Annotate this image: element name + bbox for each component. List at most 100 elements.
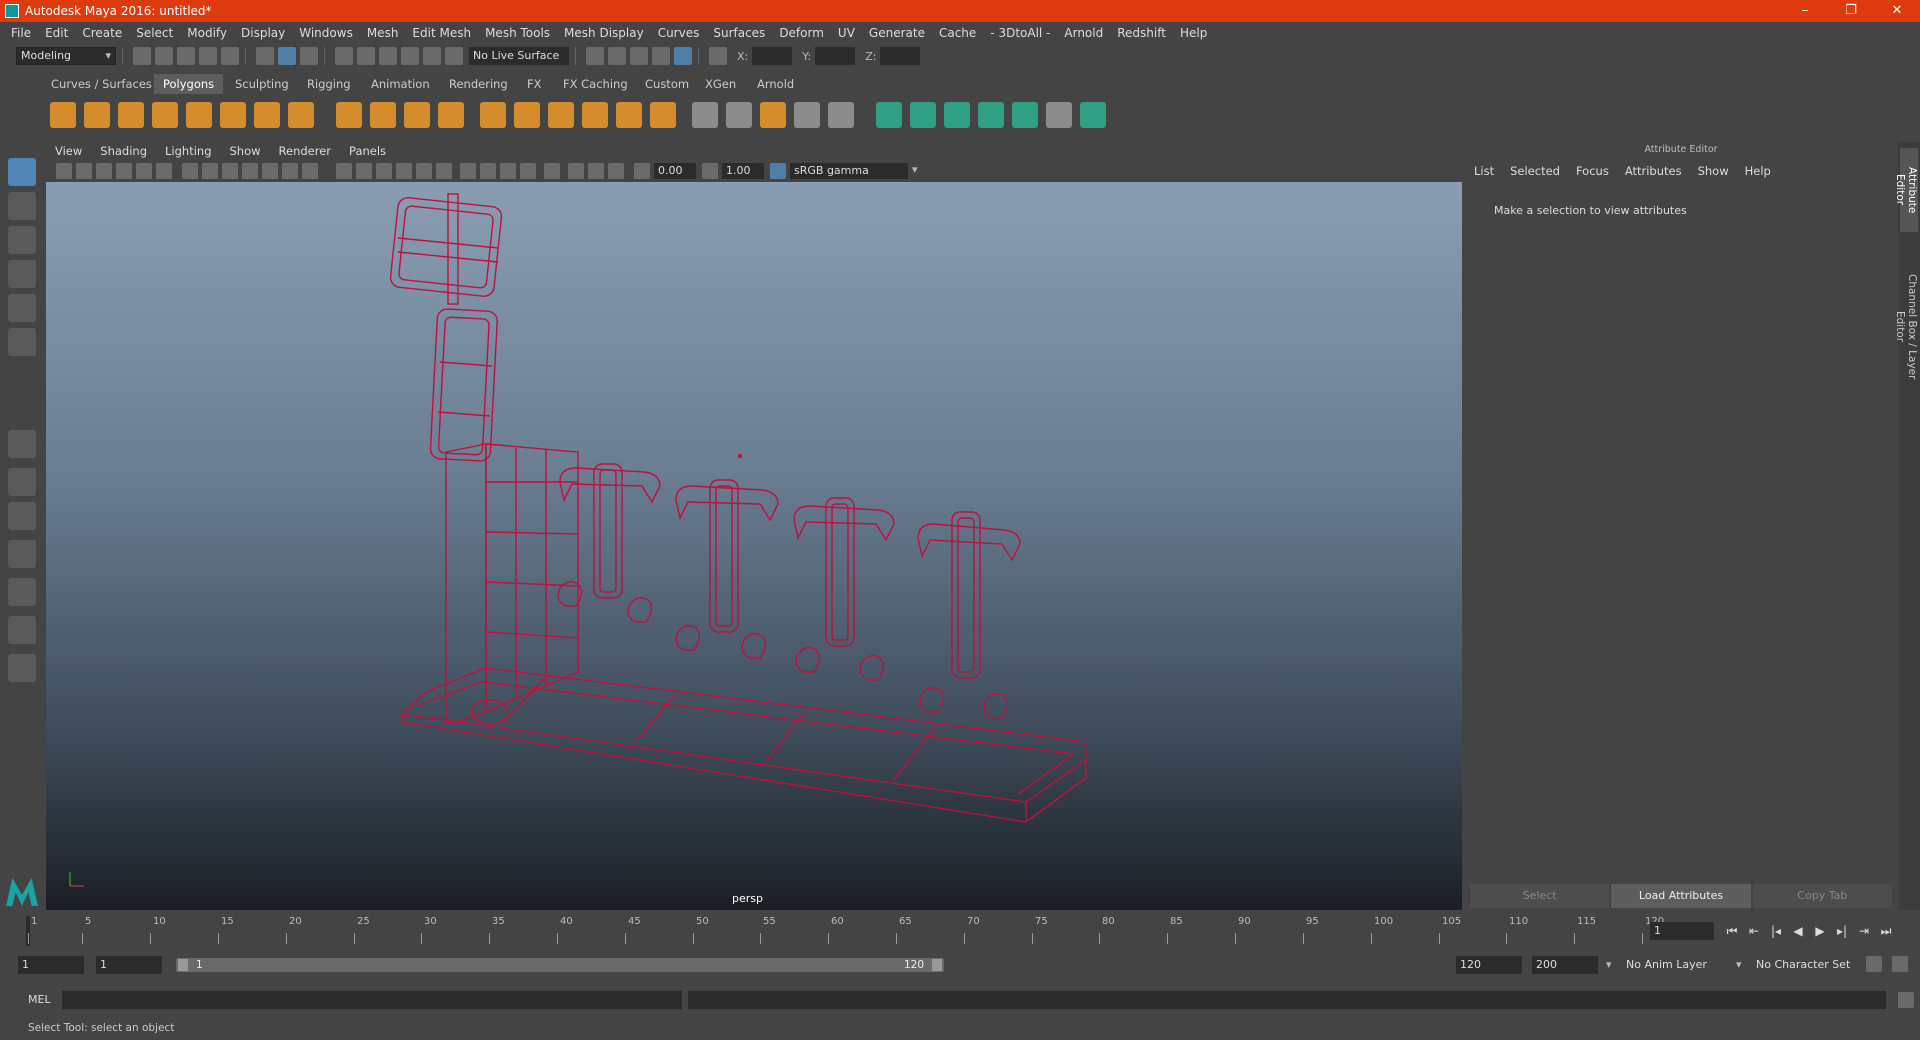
snap-point-icon[interactable] [379,47,397,65]
maximize-button[interactable]: ❐ [1828,0,1874,22]
bookmark-icon[interactable] [96,163,112,179]
multi-cut-icon[interactable] [548,102,574,128]
y-field[interactable] [815,47,856,65]
panel-menu-view[interactable]: View [46,144,91,158]
single-perspective-layout-icon[interactable] [8,430,36,458]
panel-menu-lighting[interactable]: Lighting [156,144,220,158]
snap-curve-icon[interactable] [357,47,375,65]
go-to-start-icon[interactable]: ⏮ [1724,923,1740,939]
four-view-layout-icon[interactable] [8,468,36,496]
poly-pyramid-icon[interactable] [254,102,280,128]
load-attributes-button[interactable]: Load Attributes [1611,884,1751,908]
select-object-icon[interactable] [278,47,296,65]
attribute-editor-tab[interactable]: Attribute Editor [1894,148,1918,232]
tab-curves-surfaces[interactable]: Curves / Surfaces [42,74,161,94]
snap-view-icon[interactable] [401,47,419,65]
menu-cache[interactable]: Cache [932,26,983,40]
poly-pipe-icon[interactable] [288,102,314,128]
command-input[interactable] [62,991,682,1009]
attr-menu-show[interactable]: Show [1690,164,1737,178]
extrude-icon[interactable] [582,102,608,128]
uv-editor-icon[interactable] [1080,102,1106,128]
attr-menu-list[interactable]: List [1466,164,1502,178]
camera-select-icon[interactable] [56,163,72,179]
xray-icon[interactable] [568,163,584,179]
backface-culling-icon[interactable] [608,163,624,179]
tab-fx[interactable]: FX [518,74,551,94]
textured-icon[interactable] [396,163,412,179]
menu-mesh-display[interactable]: Mesh Display [557,26,651,40]
attr-menu-focus[interactable]: Focus [1568,164,1617,178]
unfold-uv-icon[interactable] [1012,102,1038,128]
menu-file[interactable]: File [4,26,38,40]
combine-icon[interactable] [336,102,362,128]
snap-surface-icon[interactable] [423,47,441,65]
hypershade-layout-icon[interactable] [8,616,36,644]
tab-rendering[interactable]: Rendering [440,74,517,94]
command-language-label[interactable]: MEL [28,992,51,1008]
mirror-icon[interactable] [404,102,430,128]
anim-layer-select[interactable]: No Anim Layer [1622,956,1730,974]
smooth-shade-icon[interactable] [356,163,372,179]
go-to-end-icon[interactable]: ⏭ [1878,923,1894,939]
chevron-down-icon[interactable]: ▾ [1606,956,1612,974]
step-forward-frame-icon[interactable]: ▸| [1834,923,1850,939]
auto-key-icon[interactable] [1866,956,1882,972]
tab-sculpting[interactable]: Sculpting [226,74,298,94]
camera-attributes-icon[interactable] [76,163,92,179]
offset-edge-loop-icon[interactable] [726,102,752,128]
poly-sphere-icon[interactable] [50,102,76,128]
range-end-handle[interactable] [932,959,942,971]
tab-fx-caching[interactable]: FX Caching [554,74,637,94]
menu-modify[interactable]: Modify [180,26,234,40]
render-view-icon[interactable] [652,47,670,65]
current-frame-field[interactable]: 1 [1650,922,1714,940]
paint-select-tool-icon[interactable] [8,226,36,254]
append-polygon-icon[interactable] [828,102,854,128]
perspective-viewport[interactable]: persp [46,182,1462,910]
safe-title-icon[interactable] [302,163,318,179]
reduce-icon[interactable] [480,102,506,128]
menu-create[interactable]: Create [75,26,129,40]
poly-torus-icon[interactable] [220,102,246,128]
menu-mesh-tools[interactable]: Mesh Tools [478,26,557,40]
playback-start-field[interactable]: 1 [96,956,162,974]
spherical-uv-icon[interactable] [944,102,970,128]
step-forward-key-icon[interactable]: ⇥ [1856,923,1872,939]
rotate-tool-icon[interactable] [8,294,36,322]
wireframe-on-shaded-icon[interactable] [376,163,392,179]
range-slider[interactable]: 1 120 [176,958,944,972]
anti-aliasing-icon[interactable] [500,163,516,179]
shadows-icon[interactable] [436,163,452,179]
close-button[interactable]: ✕ [1874,0,1920,22]
tab-polygons[interactable]: Polygons [154,74,224,94]
magnet-icon[interactable] [445,47,463,65]
insert-edge-loop-icon[interactable] [692,102,718,128]
z-field[interactable] [880,47,921,65]
input-mode-icon[interactable] [709,47,727,65]
menu-mesh[interactable]: Mesh [360,26,406,40]
collapse-toolbox-icon[interactable] [8,654,36,682]
poly-cylinder-icon[interactable] [118,102,144,128]
persp-graph-layout-icon[interactable] [8,540,36,568]
view-transform-select[interactable]: sRGB gamma [790,163,908,179]
gate-mask-icon[interactable] [242,163,258,179]
panel-menu-shading[interactable]: Shading [91,144,156,158]
menu-redshift[interactable]: Redshift [1110,26,1173,40]
tab-rigging[interactable]: Rigging [298,74,360,94]
animation-start-field[interactable]: 1 [18,956,84,974]
channel-box-tab[interactable]: Channel Box / Layer Editor [1894,252,1918,402]
copy-tab-button[interactable]: Copy Tab [1752,884,1892,908]
uv-checker-icon[interactable] [1046,102,1072,128]
script-editor-icon[interactable] [1898,992,1914,1008]
film-gate-icon[interactable] [202,163,218,179]
select-button[interactable]: Select [1470,884,1610,908]
merge-icon[interactable] [760,102,786,128]
undo-icon[interactable] [199,47,217,65]
live-surface-field[interactable]: No Live Surface [469,47,569,65]
lasso-tool-icon[interactable] [8,192,36,220]
ipr-render-icon[interactable] [630,47,648,65]
menu-windows[interactable]: Windows [292,26,360,40]
save-scene-icon[interactable] [177,47,195,65]
mode-selector[interactable]: Modeling [16,47,116,65]
